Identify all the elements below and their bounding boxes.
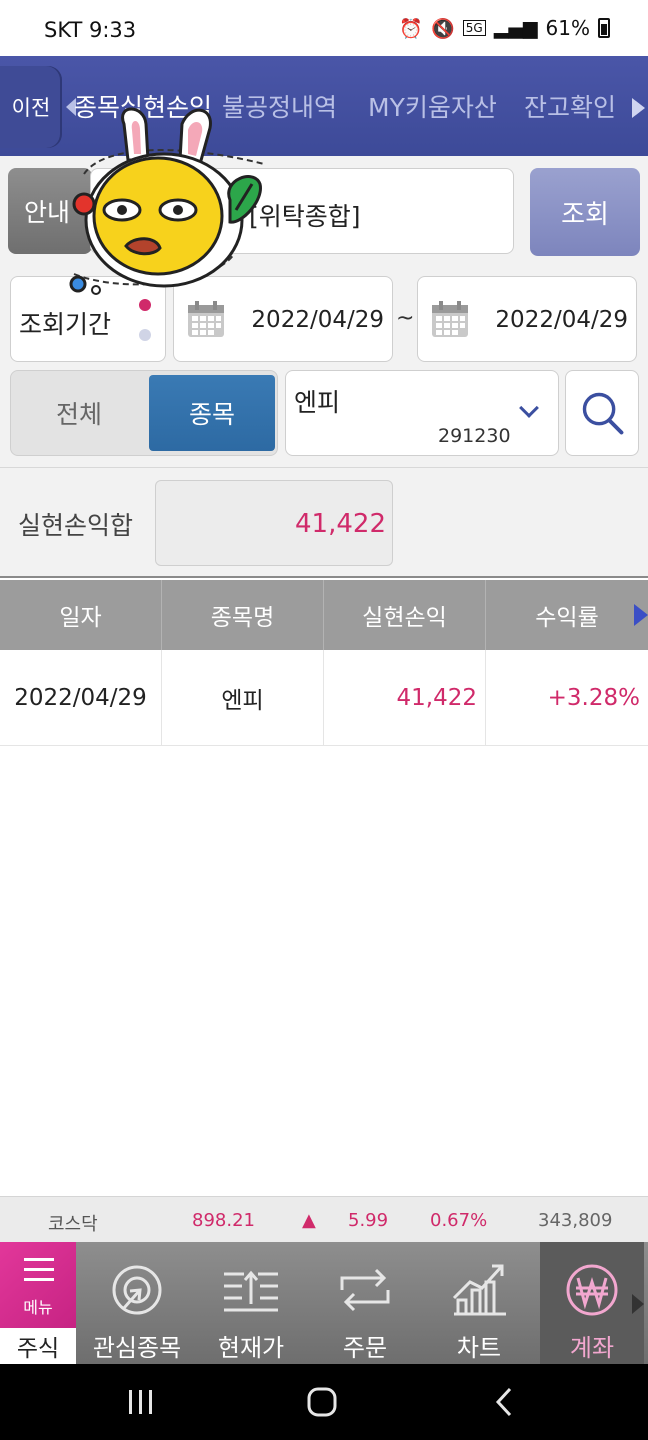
back-nav-icon[interactable] bbox=[492, 1386, 516, 1418]
watchlist-icon bbox=[112, 1265, 162, 1315]
period-dot-active[interactable] bbox=[139, 299, 151, 311]
pnl-sum-label: 실현손익합 bbox=[18, 511, 134, 540]
search-icon bbox=[582, 392, 624, 435]
table-row[interactable]: 2022/04/29 엔피 41,422 +3.28% bbox=[0, 650, 648, 746]
nav-chart-label: 차트 bbox=[456, 1334, 502, 1362]
nav-watchlist-label: 관심종목 bbox=[92, 1334, 182, 1362]
ticker-change-pct: 0.67% bbox=[430, 1210, 488, 1231]
col-pnl[interactable]: 실현손익 bbox=[324, 580, 486, 650]
won-icon bbox=[566, 1264, 618, 1316]
nav-account[interactable]: 계좌 bbox=[540, 1242, 644, 1364]
stock-select[interactable]: 엔피 291230 bbox=[285, 370, 559, 456]
battery-percent: 61% bbox=[545, 16, 590, 40]
cell-name: 엔피 bbox=[162, 650, 324, 746]
cell-date: 2022/04/29 bbox=[0, 650, 162, 746]
calendar-icon bbox=[188, 301, 224, 337]
filter-all-button[interactable]: 전체 bbox=[11, 371, 147, 455]
bottom-nav: 메뉴 주식 관심종목 현재가 주문 차트 계좌 bbox=[0, 1242, 648, 1364]
hamburger-icon bbox=[24, 1258, 54, 1282]
filter-segment: 전체 종목 bbox=[10, 370, 278, 456]
query-button[interactable]: 조회 bbox=[530, 168, 640, 256]
market-ticker[interactable]: 코스닥 898.21 ▲ 5.99 0.67% 343,809 bbox=[0, 1196, 648, 1242]
nav-order[interactable]: 주문 bbox=[308, 1242, 422, 1364]
date-to-field[interactable]: 2022/04/29 bbox=[417, 276, 637, 362]
tab-my-assets[interactable]: MY키움자산 bbox=[368, 88, 497, 124]
nav-current-price[interactable]: 현재가 bbox=[194, 1242, 308, 1364]
pnl-sum-box: 41,422 bbox=[155, 480, 393, 566]
col-name[interactable]: 종목명 bbox=[162, 580, 324, 650]
period-dot-inactive[interactable] bbox=[139, 329, 151, 341]
nav-watchlist[interactable]: 관심종목 bbox=[80, 1242, 194, 1364]
menu-button[interactable]: 메뉴 주식 bbox=[0, 1242, 76, 1364]
date-from: 2022/04/29 bbox=[251, 307, 384, 333]
nav-account-label: 계좌 bbox=[569, 1334, 615, 1362]
search-button[interactable] bbox=[565, 370, 639, 456]
battery-icon bbox=[598, 18, 610, 38]
network-5g-icon: 5G bbox=[462, 20, 486, 36]
table-scroll-right-icon[interactable] bbox=[634, 604, 648, 626]
alarm-icon: ⏰ bbox=[399, 17, 424, 40]
date-to: 2022/04/29 bbox=[495, 307, 628, 333]
chart-icon bbox=[452, 1264, 506, 1316]
table-header: 일자 종목명 실현손익 수익률 bbox=[0, 580, 648, 650]
carrier-time: SKT 9:33 bbox=[44, 18, 137, 42]
nav-current-price-label: 현재가 bbox=[217, 1334, 285, 1362]
chevron-down-icon bbox=[519, 398, 539, 418]
pnl-summary: 실현손익합 41,422 bbox=[0, 468, 648, 578]
cell-pnl: 41,422 bbox=[324, 650, 486, 746]
ticker-index-name: 코스닥 bbox=[48, 1214, 98, 1235]
status-icons: ⏰ 🔇 5G ▂▄▆ 61% bbox=[399, 16, 610, 40]
recent-apps-icon[interactable] bbox=[126, 1388, 156, 1416]
col-date[interactable]: 일자 bbox=[0, 580, 162, 650]
stock-code: 291230 bbox=[438, 425, 511, 447]
nav-more-icon[interactable] bbox=[632, 1294, 644, 1314]
ticker-value: 898.21 bbox=[192, 1210, 255, 1231]
tab-balance-check[interactable]: 잔고확인 bbox=[524, 88, 616, 124]
date-range-separator: ~ bbox=[396, 306, 415, 331]
order-icon bbox=[340, 1268, 390, 1312]
cell-rate: +3.28% bbox=[547, 685, 640, 711]
nav-order-label: 주문 bbox=[342, 1334, 388, 1362]
back-button[interactable]: 이전 bbox=[0, 66, 62, 148]
nav-chart[interactable]: 차트 bbox=[422, 1242, 536, 1364]
character-sticker-icon[interactable] bbox=[64, 104, 274, 300]
mute-icon: 🔇 bbox=[431, 17, 455, 40]
signal-icon: ▂▄▆ bbox=[493, 17, 538, 39]
up-arrow-icon: ▲ bbox=[302, 1210, 316, 1231]
calendar-icon bbox=[432, 301, 468, 337]
current-price-icon bbox=[224, 1270, 278, 1312]
filter-stock-button[interactable]: 종목 bbox=[149, 375, 275, 451]
stock-category-tab[interactable]: 주식 bbox=[0, 1328, 76, 1364]
ticker-change: 5.99 bbox=[348, 1210, 389, 1231]
system-nav-bar bbox=[0, 1364, 648, 1440]
status-bar: SKT 9:33 ⏰ 🔇 5G ▂▄▆ 61% bbox=[0, 0, 648, 56]
scroll-right-icon[interactable] bbox=[632, 98, 645, 118]
home-icon[interactable] bbox=[306, 1386, 338, 1418]
col-rate[interactable]: 수익률 bbox=[486, 580, 648, 650]
ticker-volume: 343,809 bbox=[538, 1210, 613, 1231]
pnl-sum-value: 41,422 bbox=[295, 509, 386, 539]
menu-label: 메뉴 bbox=[23, 1298, 53, 1317]
period-label: 조회기간 bbox=[19, 310, 112, 339]
stock-name: 엔피 bbox=[294, 388, 341, 417]
